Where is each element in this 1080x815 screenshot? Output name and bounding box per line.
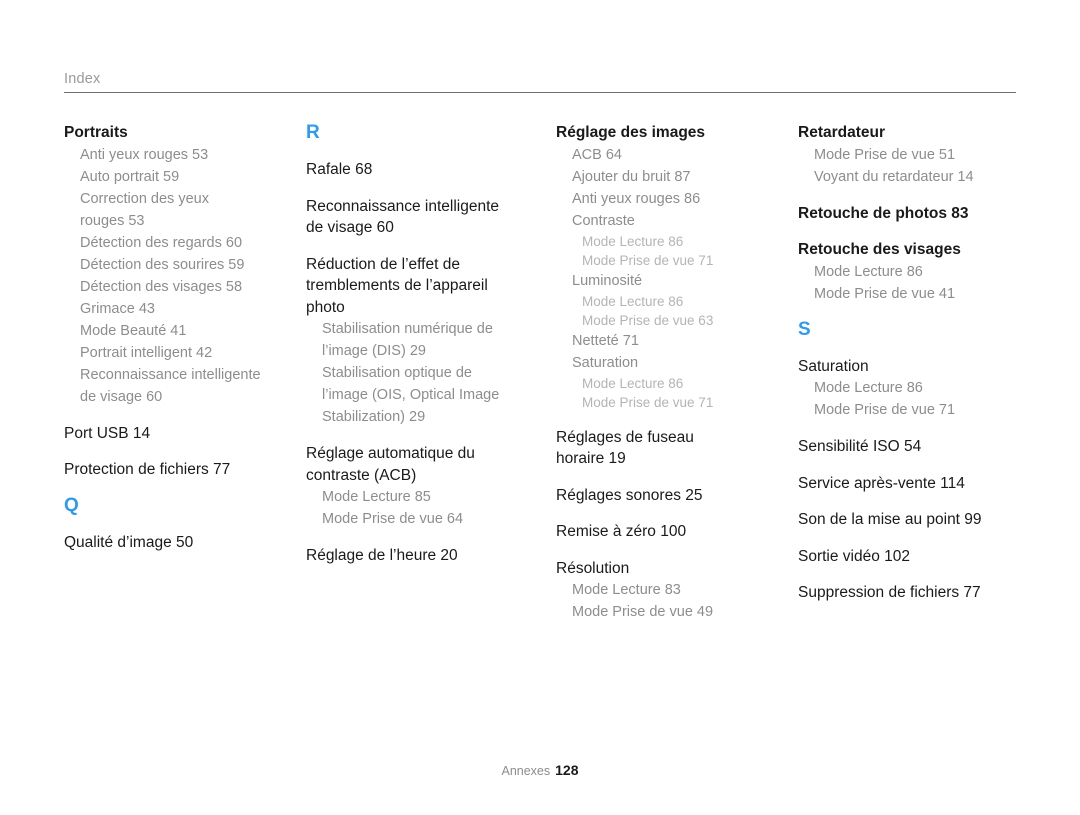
index-entry: Réglage de l’heure 20 bbox=[306, 547, 458, 564]
page-footer: Annexes 128 bbox=[0, 762, 1080, 780]
index-entry: Retouche des visages bbox=[798, 241, 961, 258]
index-entry: Retardateur bbox=[798, 124, 885, 141]
footer-page-number: 128 bbox=[555, 762, 579, 778]
index-entry: Sortie vidéo 102 bbox=[798, 547, 911, 565]
index-entry: Réglage des images bbox=[556, 124, 706, 141]
index-column-2: R Rafale 68 Reconnaissance intelligente de … bbox=[306, 122, 534, 567]
index-column-4: Retardateur Mode Prise de vue 51 Voyant du… bbox=[798, 122, 1048, 604]
index-sub-entry: Anti yeux rouges 53 bbox=[80, 146, 209, 163]
index-sub-entry: Mode Prise de vue 41 bbox=[814, 285, 956, 302]
index-sub-entry: Mode Beauté 41 bbox=[80, 322, 187, 339]
index-sub-entry: Voyant du retardateur 14 bbox=[814, 168, 974, 185]
index-entry: horaire 19 bbox=[556, 450, 626, 467]
index-sub-sub-entry: Mode Lecture 86 bbox=[582, 233, 684, 249]
index-entry: Protection de fichiers 77 bbox=[64, 461, 231, 478]
index-sub-entry: Anti yeux rouges 86 bbox=[572, 190, 701, 207]
index-sub-entry: Stabilisation numérique de bbox=[322, 321, 493, 337]
index-section-letter: Q bbox=[64, 494, 79, 516]
index-entry: Service après-vente 114 bbox=[798, 474, 965, 492]
index-section-letter: R bbox=[306, 122, 320, 143]
index-sub-sub-entry: Mode Lecture 86 bbox=[582, 293, 684, 309]
index-entry: Réduction de l’effet de bbox=[306, 255, 460, 273]
index-sub-entry: rouges 53 bbox=[80, 212, 145, 229]
index-sub-entry: Mode Prise de vue 71 bbox=[814, 402, 956, 418]
page-header: Index bbox=[64, 70, 1016, 93]
index-sub-entry: Auto portrait 59 bbox=[80, 168, 180, 185]
index-entry: Suppression de fichiers 77 bbox=[798, 584, 981, 601]
index-sub-entry: Mode Lecture 86 bbox=[814, 380, 923, 396]
index-entry: Saturation bbox=[798, 357, 869, 375]
index-entry: Remise à zéro 100 bbox=[556, 523, 687, 540]
page-title: Index bbox=[64, 71, 101, 87]
index-sub-entry: Contraste bbox=[572, 212, 635, 229]
index-sub-entry: Détection des sourires 59 bbox=[80, 256, 245, 273]
index-sub-entry: Netteté 71 bbox=[572, 332, 639, 349]
index-entry: Réglages de fuseau bbox=[556, 428, 694, 446]
index-section-letter: S bbox=[798, 318, 811, 340]
index-sub-entry: Mode Prise de vue 49 bbox=[572, 604, 714, 620]
index-sub-entry: Ajouter du bruit 87 bbox=[572, 168, 691, 185]
header-divider bbox=[64, 92, 1016, 93]
index-sub-sub-entry: Mode Lecture 86 bbox=[582, 375, 684, 391]
index-sub-entry: Portrait intelligent 42 bbox=[80, 344, 213, 361]
index-sub-entry: Correction des yeux bbox=[80, 190, 209, 207]
index-entry: Résolution bbox=[556, 559, 630, 577]
index-sub-entry: Détection des regards 60 bbox=[80, 234, 243, 251]
index-entry: Son de la mise au point 99 bbox=[798, 511, 982, 528]
index-sub-sub-entry: Mode Prise de vue 63 bbox=[582, 312, 714, 328]
index-entry: Rafale 68 bbox=[306, 161, 373, 178]
index-entry: Qualité d’image 50 bbox=[64, 533, 194, 551]
index-entry: Réglages sonores 25 bbox=[556, 486, 703, 504]
index-sub-entry: Reconnaissance intelligente bbox=[80, 366, 261, 383]
index-entry: tremblements de l’appareil bbox=[306, 277, 488, 294]
index-entry: Retouche de photos 83 bbox=[798, 204, 969, 222]
index-sub-entry: l’image (DIS) 29 bbox=[322, 343, 426, 359]
index-column-3: Réglage des images ACB 64 Ajouter du bruit… bbox=[556, 122, 778, 623]
index-entry: Sensibilité ISO 54 bbox=[798, 438, 922, 455]
index-sub-entry: Mode Lecture 85 bbox=[322, 489, 431, 505]
index-sub-entry: Mode Prise de vue 51 bbox=[814, 146, 956, 163]
index-entry: de visage 60 bbox=[306, 219, 394, 236]
index-sub-entry: Luminosité bbox=[572, 272, 643, 289]
index-column-1: Portraits Anti yeux rouges 53 Auto portrai… bbox=[64, 122, 294, 553]
index-sub-entry: l’image (OIS, Optical Image bbox=[322, 387, 500, 403]
index-sub-sub-entry: Mode Prise de vue 71 bbox=[582, 394, 714, 410]
index-sub-sub-entry: Mode Prise de vue 71 bbox=[582, 252, 714, 268]
footer-section-label: Annexes bbox=[501, 764, 551, 778]
index-sub-entry: Stabilization) 29 bbox=[322, 409, 426, 425]
index-sub-entry: Saturation bbox=[572, 354, 639, 371]
index-sub-entry: ACB 64 bbox=[572, 146, 622, 163]
index-entry: Réglage automatique du bbox=[306, 445, 475, 462]
index-sub-entry: Mode Lecture 86 bbox=[814, 263, 923, 280]
index-entry: photo bbox=[306, 298, 345, 316]
index-sub-entry: Grimace 43 bbox=[80, 300, 155, 317]
index-entry: contraste (ACB) bbox=[306, 466, 417, 484]
index-sub-entry: Mode Lecture 83 bbox=[572, 582, 681, 598]
index-sub-entry: Détection des visages 58 bbox=[80, 278, 243, 295]
index-columns: Portraits Anti yeux rouges 53 Auto portrai… bbox=[0, 122, 1080, 742]
index-sub-entry: Stabilisation optique de bbox=[322, 365, 472, 381]
index-sub-entry: de visage 60 bbox=[80, 388, 163, 405]
index-sub-entry: Mode Prise de vue 64 bbox=[322, 511, 464, 527]
index-entry: Portraits bbox=[64, 124, 128, 141]
index-entry: Port USB 14 bbox=[64, 424, 151, 442]
index-entry: Reconnaissance intelligente bbox=[306, 197, 500, 215]
